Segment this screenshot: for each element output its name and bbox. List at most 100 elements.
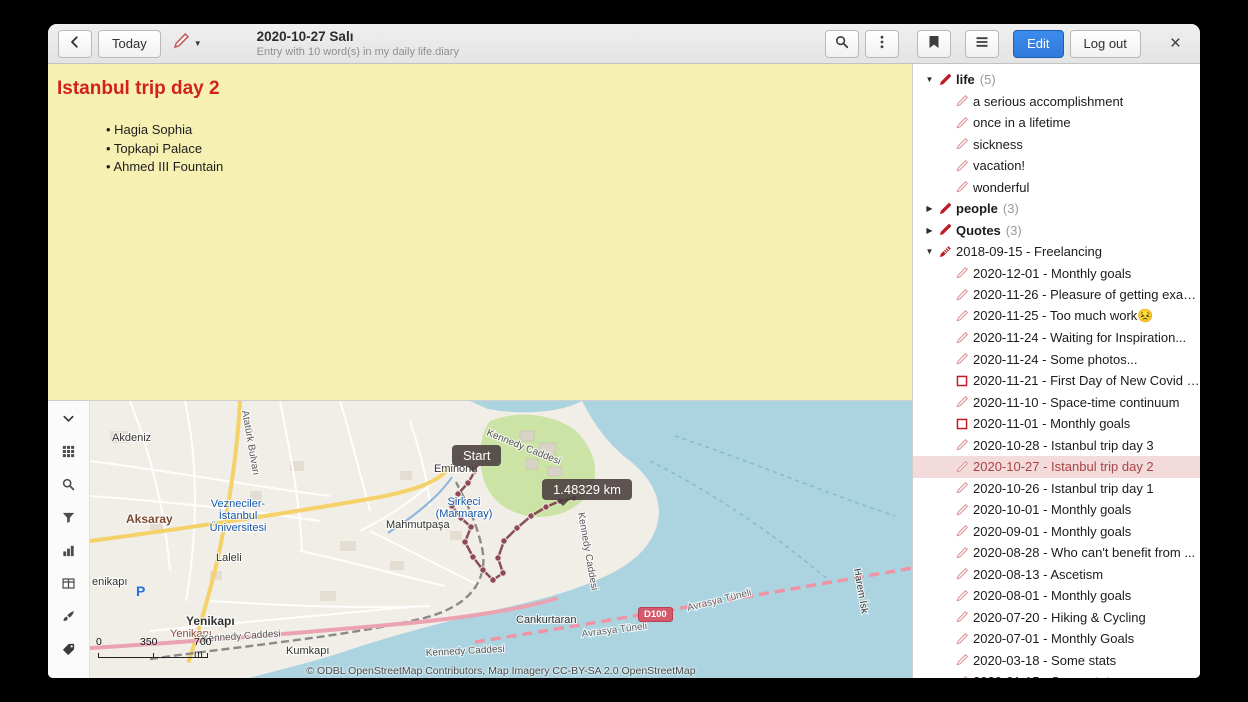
- hamburger-menu-icon: [974, 34, 990, 53]
- map-place-label: Aksaray: [126, 512, 173, 526]
- pencil-red-icon: [938, 202, 956, 216]
- entry-text-view[interactable]: Istanbul trip day 2 • Hagia Sophia• Topk…: [48, 64, 912, 400]
- item-label: 2020-11-01 - Monthly goals: [973, 416, 1130, 431]
- map-place-label: Laleli: [216, 552, 242, 564]
- list-item[interactable]: once in a lifetime: [913, 112, 1200, 134]
- route-node: [501, 538, 507, 544]
- list-item[interactable]: 2020-08-13 - Ascetism: [913, 564, 1200, 586]
- item-count: (3): [1003, 201, 1019, 216]
- chevron-down-icon: ▼: [194, 39, 202, 48]
- chart-button[interactable]: [55, 540, 83, 566]
- route-node: [468, 524, 474, 530]
- menu-hamburger-button[interactable]: [965, 30, 999, 58]
- map-place-label: Akdeniz: [112, 432, 151, 444]
- headerbar: Today ▼ 2020-10-27 Salı Entry with 10 wo…: [48, 24, 1200, 64]
- pencil-pink-icon: [955, 137, 973, 151]
- back-button[interactable]: [58, 30, 92, 58]
- list-item[interactable]: 2020-03-18 - Some stats: [913, 650, 1200, 672]
- calendar-button[interactable]: [55, 441, 83, 467]
- filter-button[interactable]: [55, 507, 83, 533]
- road-badge: D100: [638, 607, 673, 622]
- entry-column: Istanbul trip day 2 • Hagia Sophia• Topk…: [48, 64, 912, 678]
- list-item[interactable]: 2020-10-01 - Monthly goals: [913, 499, 1200, 521]
- list-item[interactable]: 2020-11-26 - Pleasure of getting exac...: [913, 284, 1200, 306]
- list-item[interactable]: 2020-11-10 - Space-time continuum: [913, 392, 1200, 414]
- pencil-pink-icon: [955, 589, 973, 603]
- list-item[interactable]: 2020-10-28 - Istanbul trip day 3: [913, 435, 1200, 457]
- pencil-pink-icon: [955, 159, 973, 173]
- entry-bullet: • Topkapi Palace: [106, 140, 902, 159]
- item-label: 2018-09-15 - Freelancing: [956, 244, 1102, 259]
- scale-bar: [98, 653, 208, 658]
- expander-right-icon[interactable]: ▶: [921, 226, 938, 235]
- map-panel: AkdenizAksarayVezneciler-İstanbulÜnivers…: [48, 400, 912, 678]
- calendar-grid-icon: [61, 444, 76, 464]
- main-area: Istanbul trip day 2 • Hagia Sophia• Topk…: [48, 64, 1200, 678]
- theme-button[interactable]: [55, 606, 83, 632]
- search-panel-button[interactable]: [55, 474, 83, 500]
- list-item[interactable]: ▼life(5): [913, 69, 1200, 91]
- list-item[interactable]: 2020-07-20 - Hiking & Cycling: [913, 607, 1200, 629]
- list-item[interactable]: 2020-10-26 - Istanbul trip day 1: [913, 478, 1200, 500]
- map-place-label: Sirkeci: [447, 496, 480, 508]
- map-start-balloon: Start: [452, 445, 501, 466]
- item-label: 2020-11-24 - Some photos...: [973, 352, 1138, 367]
- item-label: wonderful: [973, 180, 1029, 195]
- list-item[interactable]: 2020-08-28 - Who can't benefit from ...: [913, 542, 1200, 564]
- edit-button[interactable]: Edit: [1013, 30, 1063, 58]
- route-node: [543, 504, 549, 510]
- list-item[interactable]: 2020-11-24 - Waiting for Inspiration...: [913, 327, 1200, 349]
- panel-collapse-button[interactable]: [55, 408, 83, 434]
- list-item[interactable]: 2020-11-21 - First Day of New Covid R...: [913, 370, 1200, 392]
- pencil-pink-icon: [955, 352, 973, 366]
- expander-down-icon[interactable]: ▼: [921, 75, 938, 84]
- list-item[interactable]: a serious accomplishment: [913, 91, 1200, 113]
- menu-kebab-button[interactable]: [865, 30, 899, 58]
- paintbrush-icon: [61, 609, 76, 629]
- list-item[interactable]: wonderful: [913, 177, 1200, 199]
- chevron-down-icon: [61, 411, 76, 431]
- scale-tick-label: 350: [140, 636, 158, 648]
- chevron-left-icon: [67, 34, 83, 53]
- list-item[interactable]: 2020-11-01 - Monthly goals: [913, 413, 1200, 435]
- search-icon: [834, 34, 850, 53]
- table-icon: [61, 576, 76, 596]
- bar-chart-icon: [61, 543, 76, 563]
- item-label: 2020-10-28 - Istanbul trip day 3: [973, 438, 1154, 453]
- list-item[interactable]: vacation!: [913, 155, 1200, 177]
- today-button[interactable]: Today: [98, 30, 161, 58]
- item-label: Quotes: [956, 223, 1001, 238]
- list-item[interactable]: 2020-11-24 - Some photos...: [913, 349, 1200, 371]
- tag-button[interactable]: [55, 639, 83, 665]
- table-button[interactable]: [55, 573, 83, 599]
- list-item[interactable]: sickness: [913, 134, 1200, 156]
- map-place-label: Vezneciler-: [211, 498, 266, 510]
- list-item[interactable]: 2020-10-27 - Istanbul trip day 2: [913, 456, 1200, 478]
- entry-tree-sidebar[interactable]: ▼life(5)a serious accomplishmentonce in …: [912, 64, 1200, 678]
- bookmark-button[interactable]: [917, 30, 951, 58]
- expander-down-icon[interactable]: ▼: [921, 247, 938, 256]
- pencil-red-icon: [938, 73, 956, 87]
- entry-menu-button[interactable]: ▼: [167, 32, 207, 55]
- expander-right-icon[interactable]: ▶: [921, 204, 938, 213]
- list-item[interactable]: 2020-01-15 - Some stats: [913, 671, 1200, 678]
- pencil-pink-icon: [955, 610, 973, 624]
- square-red-icon: [955, 374, 973, 388]
- logout-button[interactable]: Log out: [1070, 30, 1141, 58]
- map-place-label: Yenikapı: [186, 614, 235, 628]
- item-label: 2020-08-28 - Who can't benefit from ...: [973, 545, 1195, 560]
- map-scale: 0 350 700 m: [98, 636, 222, 658]
- search-button[interactable]: [825, 30, 859, 58]
- list-item[interactable]: 2020-07-01 - Monthly Goals: [913, 628, 1200, 650]
- list-item[interactable]: 2020-12-01 - Monthly goals: [913, 263, 1200, 285]
- list-item[interactable]: 2020-09-01 - Monthly goals: [913, 521, 1200, 543]
- route-node: [528, 513, 534, 519]
- list-item[interactable]: 2020-11-25 - Too much work😣: [913, 306, 1200, 328]
- list-item[interactable]: ▶Quotes(3): [913, 220, 1200, 242]
- list-item[interactable]: ▼ 2018-09-15 - Freelancing: [913, 241, 1200, 263]
- list-item[interactable]: 2020-08-01 - Monthly goals: [913, 585, 1200, 607]
- list-item[interactable]: ▶people(3): [913, 198, 1200, 220]
- item-label: vacation!: [973, 158, 1025, 173]
- close-button[interactable]: ×: [1161, 33, 1190, 55]
- map-view[interactable]: AkdenizAksarayVezneciler-İstanbulÜnivers…: [90, 401, 912, 678]
